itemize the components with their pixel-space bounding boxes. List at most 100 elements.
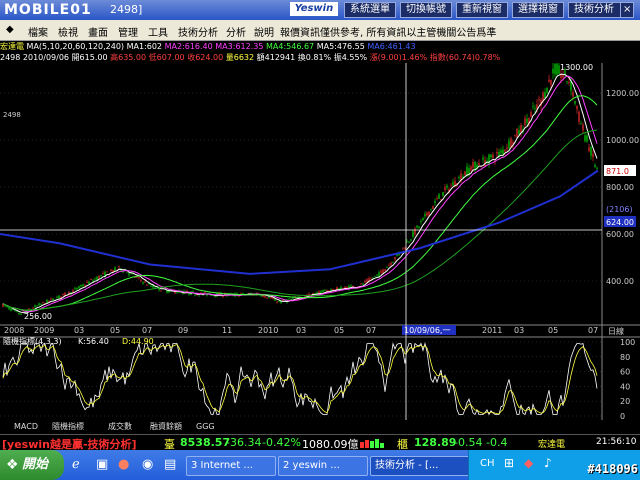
- candle-body: [472, 161, 474, 168]
- kd-tick-label: 0: [620, 412, 625, 421]
- candle-body: [34, 305, 36, 308]
- candle-body: [548, 79, 550, 82]
- tab-volume[interactable]: 成交數: [108, 421, 132, 432]
- candle-body: [496, 151, 498, 154]
- menu-analysis[interactable]: 分析: [226, 24, 246, 39]
- quicklaunch-folder-icon[interactable]: ▤: [164, 457, 176, 472]
- date-tick-label: 2010: [258, 326, 278, 335]
- tab-margin[interactable]: 融資餘額: [150, 421, 182, 432]
- candle-body: [568, 82, 570, 83]
- menu-file[interactable]: 檔案: [28, 24, 48, 39]
- candle-body: [412, 231, 414, 237]
- system-menu-button[interactable]: 系統選單: [344, 2, 396, 18]
- count-label: (2106): [606, 205, 633, 214]
- date-tick-label: 05: [110, 326, 120, 335]
- candle-body: [470, 166, 472, 171]
- candle-body: [58, 295, 60, 299]
- candle-body: [386, 267, 388, 269]
- candle-body: [16, 311, 18, 313]
- price-tick-label: 1200.00: [606, 89, 639, 98]
- task-yeswin[interactable]: 2 yeswin ...: [278, 456, 368, 476]
- task-internet[interactable]: 3 Internet ...: [186, 456, 276, 476]
- candle-body: [86, 281, 88, 283]
- date-tick-label: 03: [74, 326, 84, 335]
- quicklaunch-ie-icon[interactable]: ℯ: [72, 457, 80, 472]
- menu-tools[interactable]: 工具: [148, 24, 168, 39]
- quicklaunch-app-icon[interactable]: ●: [118, 457, 129, 472]
- tray-network-icon[interactable]: ⊞: [504, 456, 514, 470]
- candle-body: [384, 269, 386, 271]
- candle-body: [36, 305, 38, 307]
- candle-body: [578, 111, 580, 122]
- kd-indicator-panel: [0, 341, 602, 417]
- candle-body: [538, 99, 540, 101]
- quicklaunch-media-icon[interactable]: ◉: [142, 457, 153, 472]
- candle-body: [324, 290, 326, 291]
- tray-shield-icon[interactable]: ◆: [524, 456, 533, 470]
- language-indicator[interactable]: CH: [480, 458, 495, 469]
- tab-ggg[interactable]: GGG: [196, 421, 215, 432]
- switch-account-button[interactable]: 切換帳號: [400, 2, 452, 18]
- candle-body: [6, 306, 8, 308]
- menu-view[interactable]: 檢視: [58, 24, 78, 39]
- menu-help[interactable]: 說明: [254, 24, 274, 39]
- candle-body: [114, 267, 116, 271]
- price-tick-label: 600.00: [606, 230, 634, 239]
- twse-pct: -0.42%: [262, 436, 301, 449]
- kd-tick-label: 20: [620, 397, 630, 406]
- candle-body: [270, 297, 272, 299]
- tab-macd[interactable]: MACD: [14, 421, 38, 432]
- candle-body: [20, 314, 22, 315]
- window-title: 2498]: [110, 3, 143, 16]
- menu-tech-analysis[interactable]: 技術分析: [178, 24, 218, 39]
- candle-body: [266, 297, 268, 299]
- kd-title: 隨機指標(4,3,3): [3, 336, 62, 346]
- candle-body: [432, 206, 434, 209]
- open-price: 開615.00: [71, 53, 108, 62]
- menu-icon[interactable]: ◆: [6, 24, 14, 35]
- candle-body: [146, 285, 148, 286]
- ma6-line: [0, 169, 599, 275]
- candle-body: [510, 138, 512, 148]
- tab-kd[interactable]: 隨機指標: [52, 421, 84, 432]
- menu-screen[interactable]: 畫面: [88, 24, 108, 39]
- candle-body: [482, 157, 484, 160]
- indicator-tabs: MACD 隨機指標 成交數 融資餘額 GGG: [0, 421, 220, 433]
- close-icon[interactable]: ×: [620, 2, 634, 18]
- kd-tick-label: 40: [620, 382, 630, 391]
- candle-body: [500, 150, 502, 153]
- menu-manage[interactable]: 管理: [118, 24, 138, 39]
- candle-body: [92, 280, 94, 282]
- candle-body: [580, 123, 582, 125]
- candle-body: [78, 286, 80, 289]
- task-tech-analysis[interactable]: 技術分析 - [...: [370, 456, 470, 476]
- candle-body: [452, 182, 454, 186]
- candle-body: [272, 298, 274, 300]
- twse-value: 8538.57: [180, 436, 231, 449]
- date-tick-label: 07: [366, 326, 376, 335]
- candle-body: [42, 301, 44, 303]
- d-line: [2, 344, 598, 415]
- candle-body: [214, 296, 216, 297]
- candle-body: [430, 209, 432, 211]
- new-window-button[interactable]: 重新視窗: [456, 2, 508, 18]
- watermark-label: #418096: [587, 462, 638, 476]
- select-window-button[interactable]: 選擇視窗: [512, 2, 564, 18]
- price-candles: [2, 63, 598, 316]
- kd-tick-label: 100: [620, 338, 635, 347]
- candle-body: [144, 281, 146, 283]
- date-tick-label: 03: [514, 326, 524, 335]
- candle-body: [408, 241, 410, 243]
- candle-body: [574, 101, 576, 104]
- candle-body: [8, 307, 10, 310]
- date-tick-label: 05: [334, 326, 344, 335]
- candle-body: [576, 105, 578, 110]
- tech-analysis-button[interactable]: 技術分析: [568, 2, 628, 18]
- tray-volume-icon[interactable]: ♪: [544, 456, 552, 470]
- candle-body: [238, 295, 240, 297]
- stock-code-label: 2498: [3, 111, 21, 119]
- stock-chart[interactable]: 1200.001000.00800.00600.00400.00 2008 200…: [0, 63, 640, 443]
- otc-change: -0.54: [454, 436, 483, 449]
- candle-body: [242, 293, 244, 294]
- quicklaunch-desktop-icon[interactable]: ▣: [96, 457, 108, 472]
